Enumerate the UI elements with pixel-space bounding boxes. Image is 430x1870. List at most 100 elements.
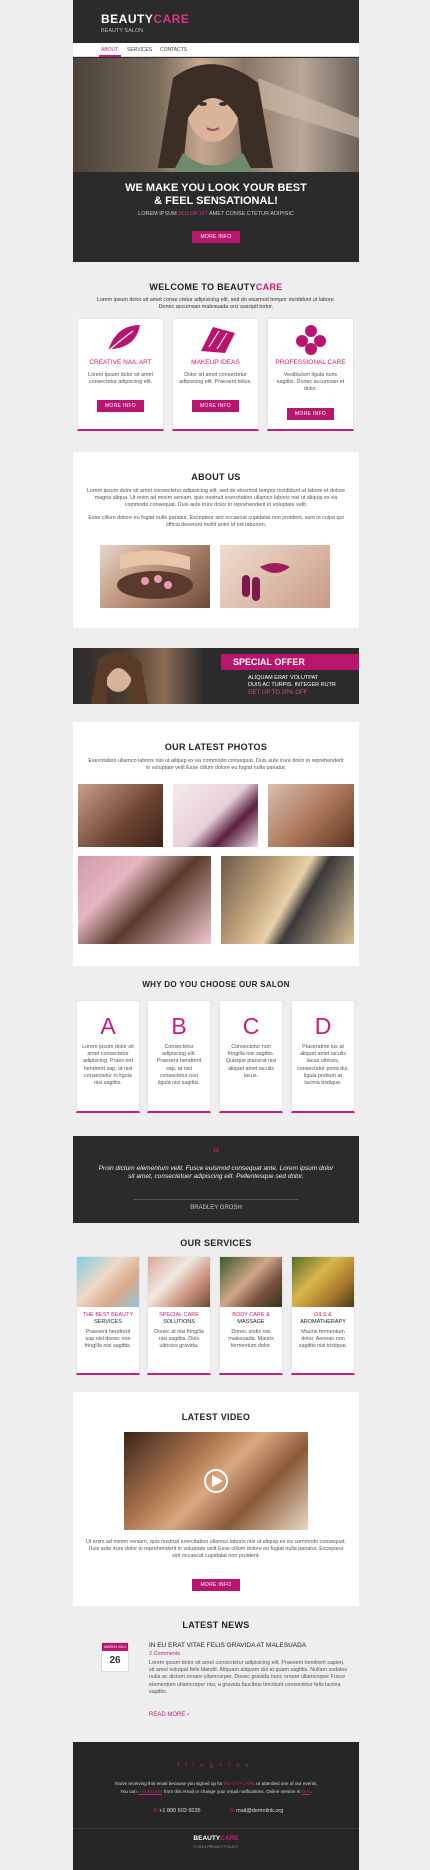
footer-logo[interactable]: BEAUTYCARE — [73, 1835, 359, 1842]
why-letter: C — [242, 1013, 260, 1039]
photo-portrait-pink[interactable] — [78, 856, 211, 944]
photo-manicure[interactable] — [173, 784, 258, 847]
about-title: ABOUT US — [191, 472, 241, 482]
rss-icon[interactable]: rss — [228, 1763, 254, 1769]
nav-contacts[interactable]: CONTACTS — [160, 47, 187, 53]
service-card[interactable]: OILS & AROMATHERAPY Mauris fermentum dol… — [291, 1256, 355, 1375]
nav-about[interactable]: ABOUT — [101, 47, 118, 53]
welcome-title: WELCOME TO BEAUTYCARE — [73, 282, 359, 292]
service-card[interactable]: BODY CARE & MASSAGE Donec sodis nisi mal… — [219, 1256, 283, 1375]
hero-text: WE MAKE YOU LOOK YOUR BEST & FEEL SENSAT… — [73, 182, 359, 243]
news-section: LATEST NEWS MARCH 2014 26 IN EU ERAT VIT… — [73, 1620, 359, 1740]
why-card: D Placeratme ius at aliquet amet iaculis… — [291, 1000, 355, 1113]
news-text: Lorem ipsum dolor sit amet consectetur a… — [149, 1660, 348, 1695]
service-title-2: MASSAGE — [237, 1319, 265, 1325]
video-player[interactable] — [124, 1432, 308, 1530]
service-text: Praesent hendrerit sap nisl donec non fr… — [84, 1329, 132, 1350]
special-offer-banner[interactable]: SPECIAL OFFER ALIQUAM ERAT VOLUTPAT DUIS… — [73, 648, 359, 704]
header-section: BEAUTYCARE BEAUTY SALON ABOUT SERVICES C… — [73, 0, 359, 262]
footer-email[interactable]: ✉ mail@demolink.org — [230, 1808, 283, 1814]
about-image-spa — [100, 545, 210, 608]
photos-text: Exercitation ullamco laboris nisi ut ali… — [88, 758, 344, 772]
video-section: LATEST VIDEO Ut enim ad minim veniam, qu… — [73, 1392, 359, 1606]
about-section: ABOUT US Lorem ipsum dolor sit amet cons… — [73, 452, 359, 628]
flower-icon — [296, 325, 326, 355]
news-title: LATEST NEWS — [182, 1620, 250, 1630]
service-card[interactable]: THE BEST BEAUTY SERVICES Praesent hendre… — [76, 1256, 140, 1375]
feature-title: CREATIVE NAIL ART — [89, 359, 152, 366]
footer-divider — [73, 1828, 359, 1829]
google-plus-icon[interactable]: g+ — [210, 1763, 229, 1769]
service-text: Donec at nisi fringilla nisi sagittis. D… — [154, 1329, 204, 1350]
why-card: B Consectetur adipiscing elit. Praesent … — [147, 1000, 211, 1113]
footer-phone-label: +1 800 603 6035 — [159, 1808, 201, 1814]
welcome-text: Lorem ipsum dolor sit amet conse ctetur … — [96, 297, 336, 311]
footer-copyright[interactable]: © 2014 PRIVACY POLICY — [73, 1845, 359, 1849]
play-icon[interactable] — [124, 1432, 308, 1530]
feature-title: PROFESSIONAL CARE — [275, 359, 346, 366]
footer-phone[interactable]: ✆ +1 800 603 6035 — [153, 1808, 201, 1814]
why-letter: D — [314, 1013, 332, 1039]
calendar-month: MARCH 2014 — [102, 1643, 128, 1651]
video-text: Ut enim ad minim veniam, quis nostrud ex… — [85, 1539, 347, 1560]
footer-line1-b: BEAUTYCARE — [223, 1781, 256, 1786]
footer-logo-a: BEAUTY — [193, 1835, 221, 1842]
email-page: BEAUTYCARE BEAUTY SALON ABOUT SERVICES C… — [0, 0, 430, 1870]
welcome-title-a: WELCOME TO — [149, 282, 218, 292]
quote-mark-icon: “ — [213, 1145, 219, 1165]
leaf-icon — [107, 325, 140, 352]
service-image-care — [148, 1257, 210, 1307]
feature-more-info-button[interactable]: MORE INFO — [286, 407, 335, 420]
photo-straightener[interactable] — [221, 856, 354, 944]
hero-tagline: LOREM IPSUM DOLOR SIT AMET CONSE CTETUR … — [73, 211, 359, 217]
service-title-2: AROMATHERAPY — [300, 1319, 346, 1325]
unsubscribe-link[interactable]: unsubscribe — [138, 1789, 163, 1794]
hero-tagline-a: LOREM IPSUM — [138, 211, 179, 217]
hero-tagline-c: AMET CONSE CTETUR ADIPISIC — [207, 211, 294, 217]
hero-image — [73, 58, 359, 172]
video-more-info-button[interactable]: MORE INFO — [192, 1579, 240, 1591]
quote-author: BRADLEY GROSH — [184, 1205, 248, 1211]
lips-nails-icon — [242, 563, 290, 601]
logo[interactable]: BEAUTYCARE — [101, 12, 189, 26]
offer-portrait-icon — [91, 652, 148, 704]
news-comments[interactable]: 2 Comments — [149, 1651, 180, 1657]
offer-line3: GET UP TO 20% OFF — [248, 690, 308, 696]
twitter-icon[interactable]: t — [185, 1763, 193, 1769]
logo-subtitle: BEAUTY SALON — [101, 28, 144, 34]
calendar-icon: MARCH 2014 26 — [101, 1642, 129, 1672]
service-title-2: SERVICES — [94, 1319, 122, 1325]
mail-icon: ✉ — [230, 1808, 235, 1814]
hero-more-info-button[interactable]: MORE INFO — [192, 231, 240, 243]
footer-email-label: mail@demolink.org — [236, 1808, 284, 1814]
why-card: C Consectetur non fringilla nisi sagitti… — [219, 1000, 283, 1113]
phone-icon: ✆ — [153, 1808, 158, 1814]
news-headline[interactable]: IN EU ERAT VITAE FELIS GRAVIDA AT MALESU… — [149, 1642, 306, 1649]
feature-more-info-button[interactable]: MORE INFO — [191, 400, 240, 413]
footer-line1-c: or attended one of our events. — [255, 1781, 318, 1786]
hero-title-line2: & FEEL SENSATIONAL! — [154, 195, 278, 207]
why-letter: B — [171, 1013, 187, 1039]
read-more-link[interactable]: READ MORE › — [149, 1712, 189, 1718]
feature-card: CREATIVE NAIL ART Lorem ipsum dolor sit … — [77, 318, 164, 431]
about-text-1: Lorem ipsum dolor sit amet consectetur a… — [87, 488, 345, 509]
photo-hair-styling[interactable] — [268, 784, 354, 847]
feature-more-info-button[interactable]: MORE INFO — [96, 400, 145, 413]
testimonial-section: “ Proin dictum elementum velit. Fusce eu… — [73, 1136, 359, 1223]
about-text-2: Esse cillum dolore eu fugiat nulla paria… — [88, 514, 344, 528]
calendar-day: 26 — [109, 1655, 121, 1666]
service-title-1: SPECIAL CARE — [159, 1312, 199, 1318]
service-image-oils — [292, 1257, 354, 1307]
nav-services[interactable]: SERVICES — [127, 47, 152, 53]
service-card[interactable]: SPECIAL CARE SOLUTIONS Donec at nisi fri… — [147, 1256, 211, 1375]
hero-portrait-icon — [158, 64, 359, 172]
footer-notice: You're receiving this email because you … — [83, 1780, 349, 1796]
logo-part1: BEAUTY — [101, 12, 154, 26]
why-text: Consectetur non fringilla nisi sagittis.… — [225, 1044, 277, 1079]
why-text: Lorem ipsum dolor sit amet consectetur a… — [82, 1044, 134, 1087]
photo-curly-hair[interactable] — [78, 784, 163, 847]
online-version-link[interactable]: here — [301, 1789, 310, 1794]
photos-title: OUR LATEST PHOTOS — [164, 742, 268, 752]
top-nav: ABOUT SERVICES CONTACTS — [73, 43, 359, 57]
linkedin-icon[interactable]: in — [193, 1763, 210, 1769]
